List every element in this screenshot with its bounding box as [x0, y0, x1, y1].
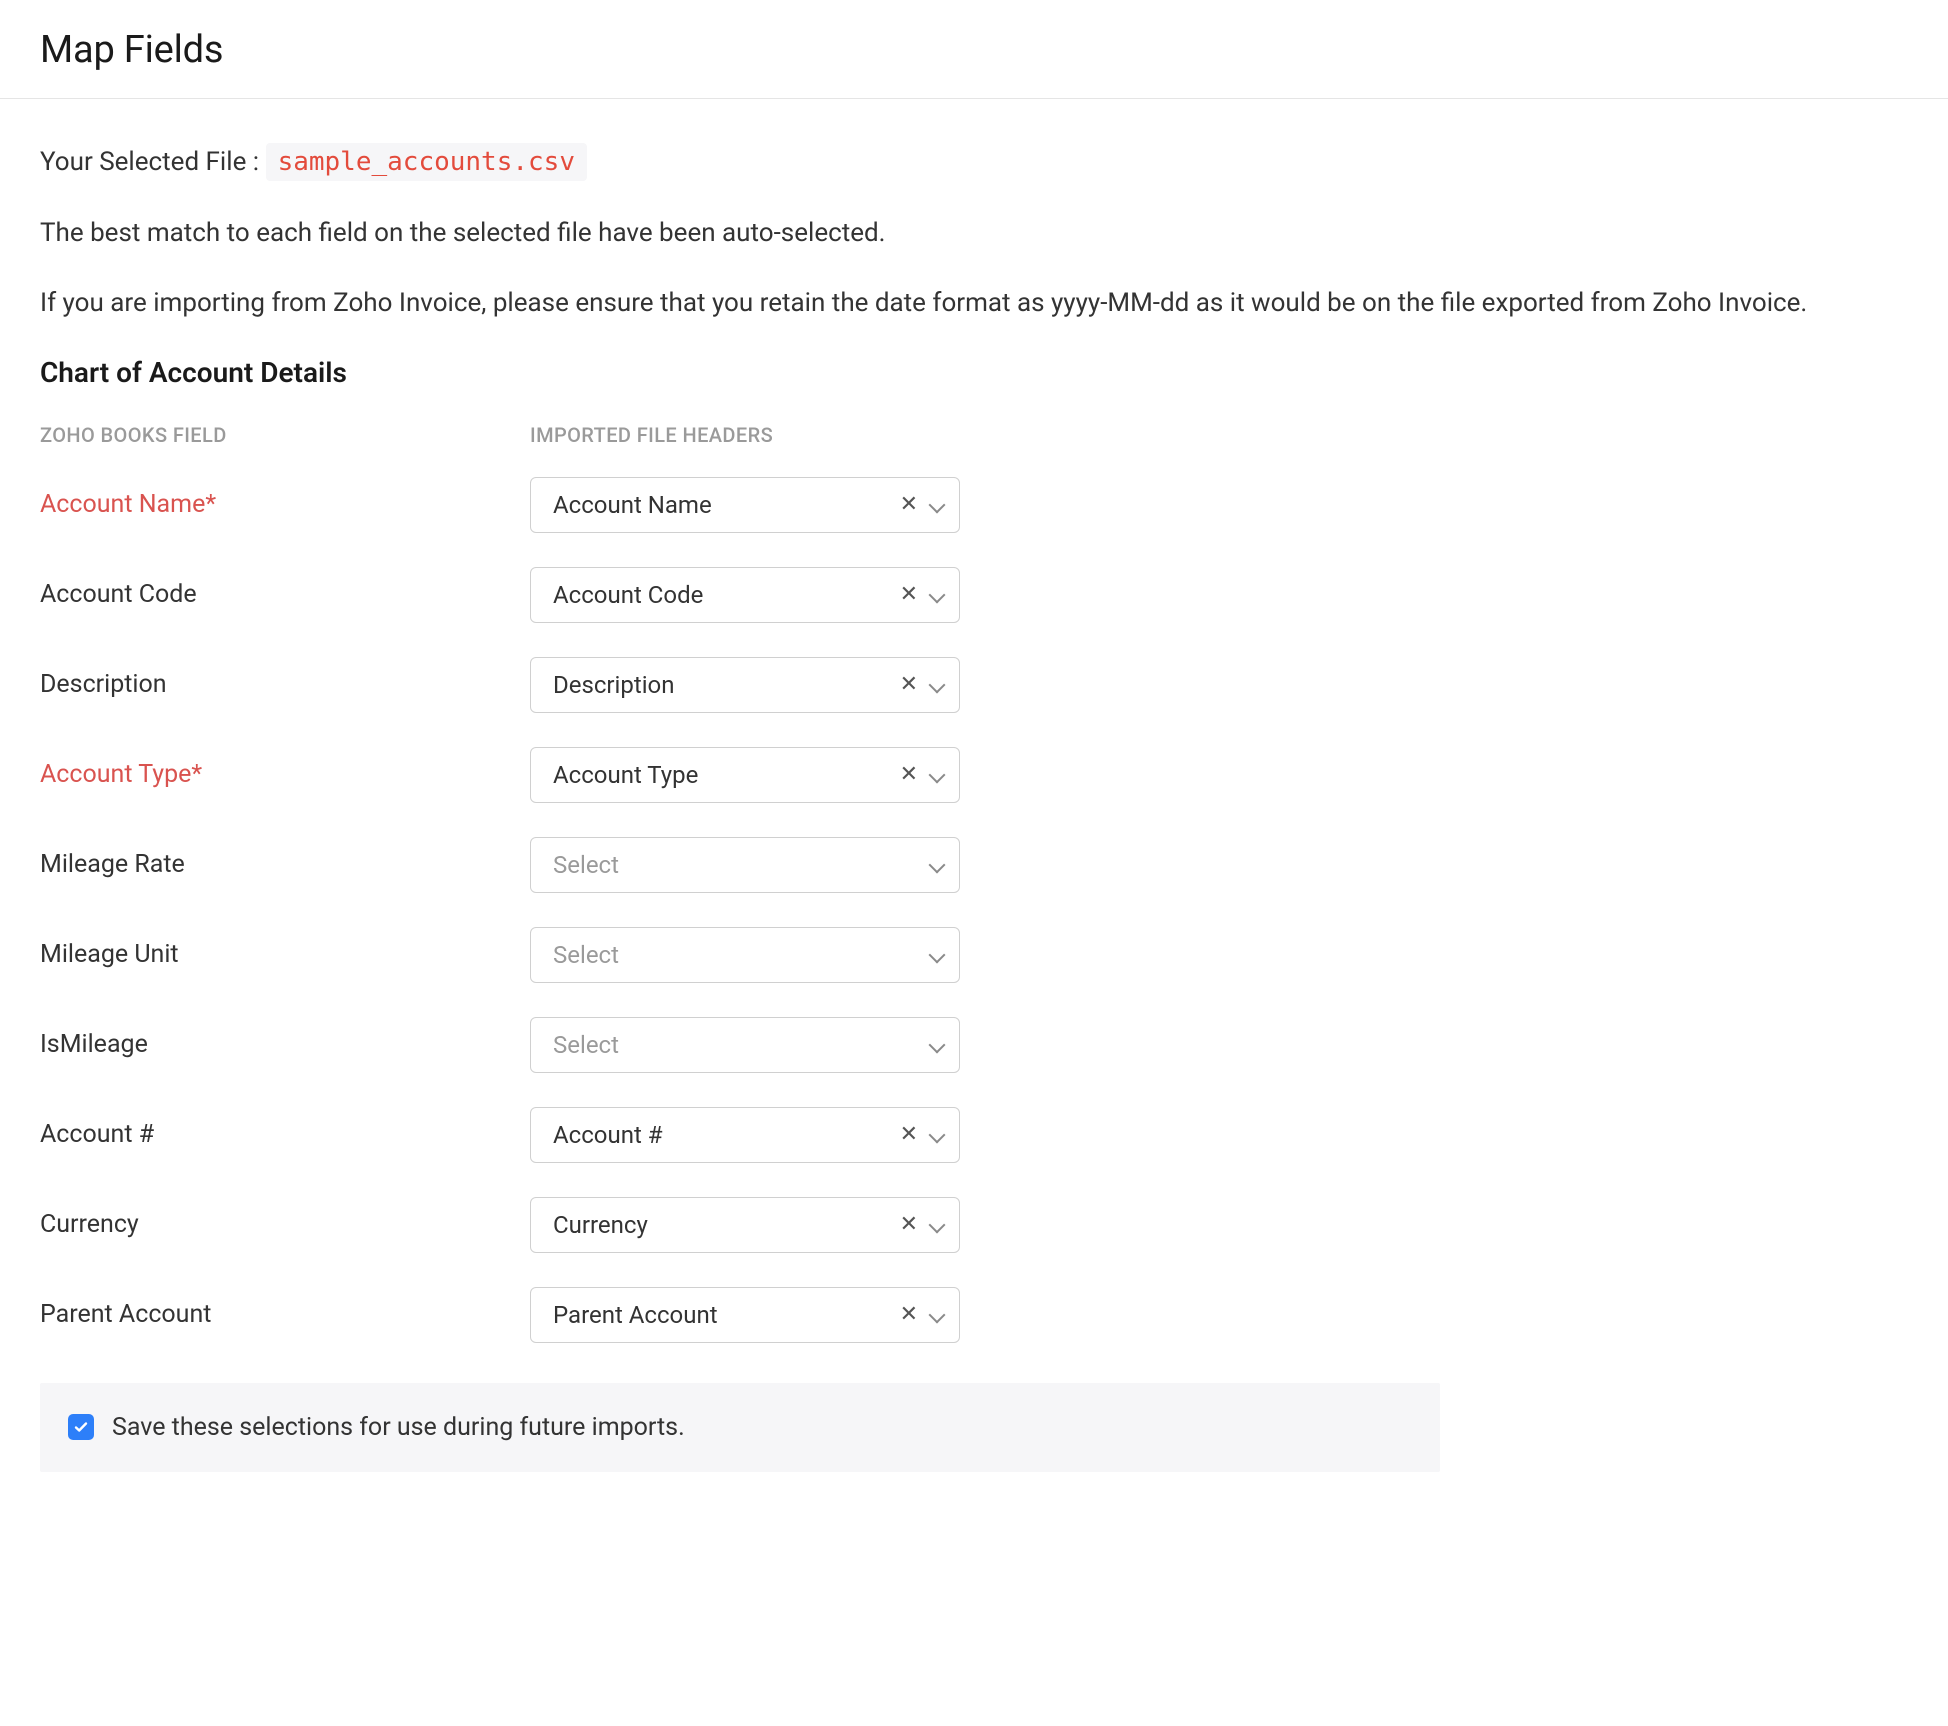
mapping-select-wrap: Select: [530, 927, 960, 983]
save-selections-checkbox[interactable]: [68, 1414, 94, 1440]
mapping-rows: Account Name*Account Name✕Account CodeAc…: [40, 477, 1908, 1343]
select-icons: ✕: [896, 477, 946, 533]
mapping-select[interactable]: Select: [530, 927, 960, 983]
page-title: Map Fields: [40, 28, 1908, 72]
check-icon: [73, 1419, 89, 1435]
mapping-row: Parent AccountParent Account✕: [40, 1287, 1908, 1343]
mapping-column-headers: ZOHO BOOKS FIELD IMPORTED FILE HEADERS: [40, 423, 1908, 447]
mapping-row: Account #Account #✕: [40, 1107, 1908, 1163]
select-icons: [928, 927, 946, 983]
field-label: IsMileage: [40, 1030, 530, 1059]
select-icons: ✕: [896, 657, 946, 713]
mapping-select-wrap: Account Code✕: [530, 567, 960, 623]
field-label: Account #: [40, 1120, 530, 1149]
clear-icon[interactable]: ✕: [896, 1300, 922, 1330]
select-icons: ✕: [896, 747, 946, 803]
mapping-select-wrap: Account Type✕: [530, 747, 960, 803]
chevron-down-icon[interactable]: [928, 586, 946, 604]
select-icons: ✕: [896, 1287, 946, 1343]
mapping-select-wrap: Select: [530, 1017, 960, 1073]
chevron-down-icon[interactable]: [928, 1036, 946, 1054]
field-label: Account Type*: [40, 760, 530, 789]
select-icons: ✕: [896, 1107, 946, 1163]
clear-icon[interactable]: ✕: [896, 1120, 922, 1150]
column-header-imported-header: IMPORTED FILE HEADERS: [530, 423, 960, 447]
mapping-row: Account Name*Account Name✕: [40, 477, 1908, 533]
page-header: Map Fields: [0, 0, 1948, 99]
chevron-down-icon[interactable]: [928, 946, 946, 964]
field-label: Account Code: [40, 580, 530, 609]
auto-match-note: The best match to each field on the sele…: [40, 215, 1908, 251]
chevron-down-icon[interactable]: [928, 496, 946, 514]
select-icons: [928, 1017, 946, 1073]
mapping-row: Mileage UnitSelect: [40, 927, 1908, 983]
mapping-row: Account Type*Account Type✕: [40, 747, 1908, 803]
mapping-select-wrap: Currency✕: [530, 1197, 960, 1253]
field-label: Mileage Unit: [40, 940, 530, 969]
selected-file-chip: sample_accounts.csv: [266, 143, 587, 181]
field-label: Description: [40, 670, 530, 699]
field-label: Parent Account: [40, 1300, 530, 1329]
mapping-row: Account CodeAccount Code✕: [40, 567, 1908, 623]
clear-icon[interactable]: ✕: [896, 1210, 922, 1240]
selected-file-line: Your Selected File : sample_accounts.csv: [40, 147, 1908, 177]
chevron-down-icon[interactable]: [928, 1306, 946, 1324]
mapping-select[interactable]: Select: [530, 1017, 960, 1073]
mapping-row: IsMileageSelect: [40, 1017, 1908, 1073]
select-icons: [928, 837, 946, 893]
chevron-down-icon[interactable]: [928, 856, 946, 874]
mapping-row: Mileage RateSelect: [40, 837, 1908, 893]
mapping-select-wrap: Select: [530, 837, 960, 893]
chevron-down-icon[interactable]: [928, 1126, 946, 1144]
zoho-invoice-note: If you are importing from Zoho Invoice, …: [40, 285, 1908, 321]
save-selections-label: Save these selections for use during fut…: [112, 1413, 685, 1442]
section-title: Chart of Account Details: [40, 356, 1908, 389]
chevron-down-icon[interactable]: [928, 676, 946, 694]
mapping-select[interactable]: Select: [530, 837, 960, 893]
mapping-row: DescriptionDescription✕: [40, 657, 1908, 713]
mapping-select-wrap: Account Name✕: [530, 477, 960, 533]
mapping-select-wrap: Description✕: [530, 657, 960, 713]
chevron-down-icon[interactable]: [928, 766, 946, 784]
mapping-select-wrap: Parent Account✕: [530, 1287, 960, 1343]
select-icons: ✕: [896, 567, 946, 623]
clear-icon[interactable]: ✕: [896, 670, 922, 700]
clear-icon[interactable]: ✕: [896, 490, 922, 520]
mapping-row: CurrencyCurrency✕: [40, 1197, 1908, 1253]
clear-icon[interactable]: ✕: [896, 580, 922, 610]
field-label: Mileage Rate: [40, 850, 530, 879]
selected-file-prefix: Your Selected File :: [40, 147, 266, 177]
column-header-zoho-field: ZOHO BOOKS FIELD: [40, 423, 530, 447]
select-icons: ✕: [896, 1197, 946, 1253]
chevron-down-icon[interactable]: [928, 1216, 946, 1234]
field-label: Account Name*: [40, 490, 530, 519]
save-selections-bar: Save these selections for use during fut…: [40, 1383, 1440, 1472]
clear-icon[interactable]: ✕: [896, 760, 922, 790]
mapping-select-wrap: Account #✕: [530, 1107, 960, 1163]
field-label: Currency: [40, 1210, 530, 1239]
content-area: Your Selected File : sample_accounts.csv…: [0, 99, 1948, 1512]
